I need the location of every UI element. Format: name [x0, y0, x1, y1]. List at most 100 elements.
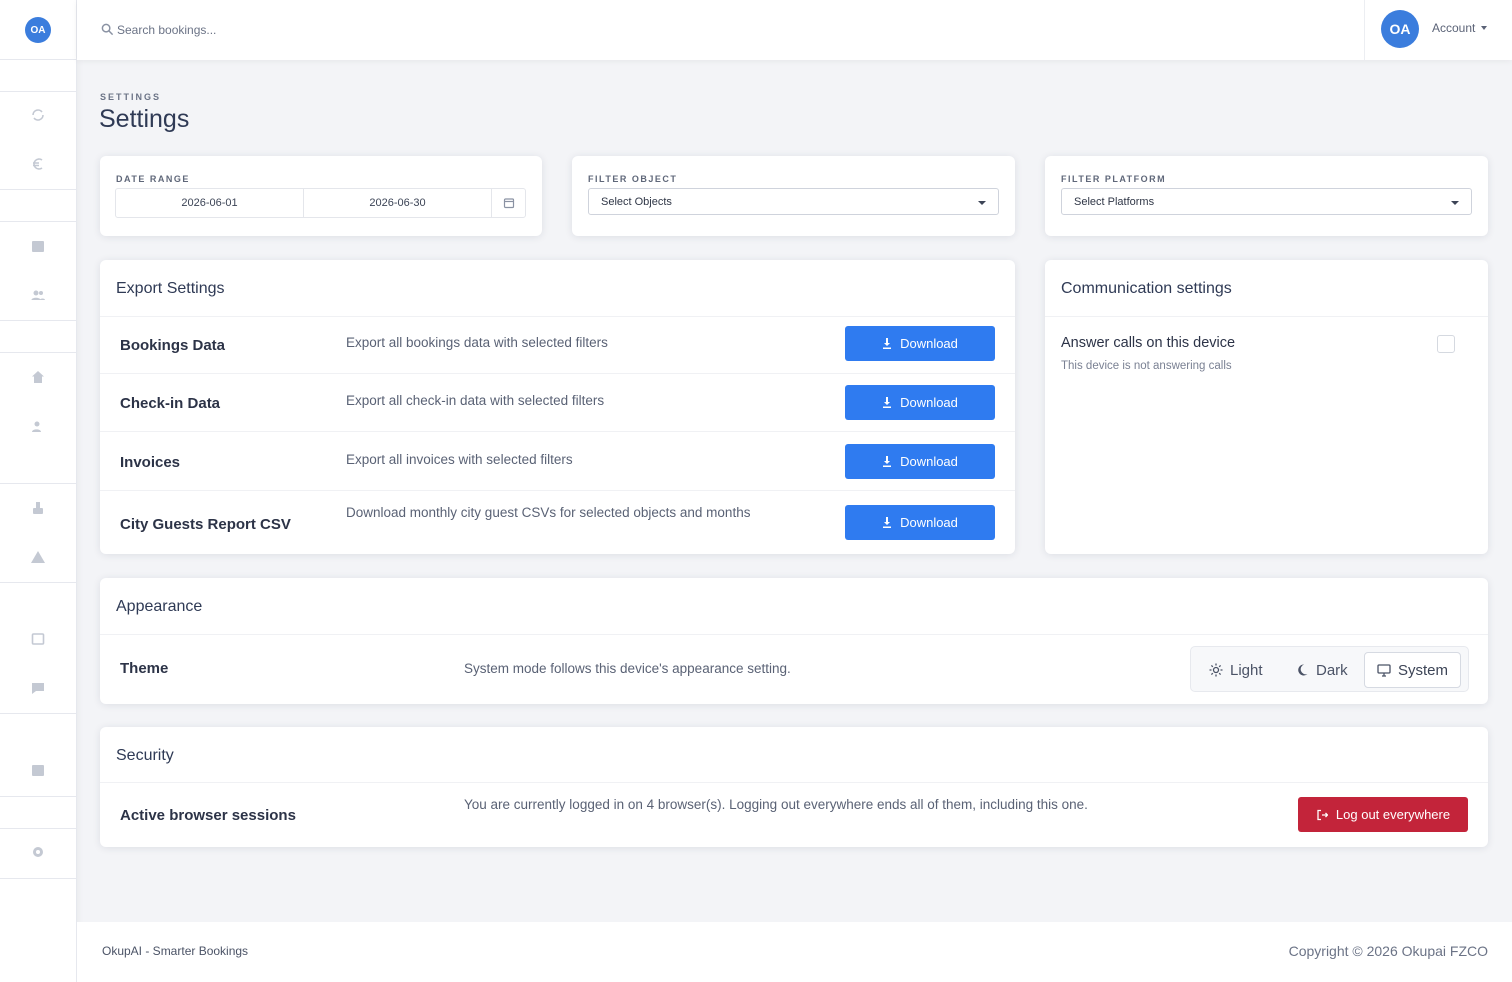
logout-icon	[1317, 809, 1328, 820]
date-range-picker[interactable]: 2026-06-01 2026-06-30	[115, 188, 526, 218]
calendar-icon[interactable]	[492, 189, 525, 217]
sessions-description: You are currently logged in on 4 browser…	[464, 797, 1088, 812]
download-icon	[883, 397, 892, 408]
sidebar-divider	[0, 483, 77, 484]
download-label: Download	[900, 336, 958, 351]
gear-icon[interactable]	[29, 843, 47, 861]
warning-icon[interactable]	[29, 548, 47, 566]
download-bookings-button[interactable]: Download	[845, 326, 995, 361]
users-icon[interactable]	[29, 286, 47, 304]
sidebar-divider	[0, 91, 77, 92]
row-divider	[100, 373, 1015, 374]
home-icon[interactable]	[29, 368, 47, 386]
theme-toggle-group: Light Dark System	[1190, 646, 1469, 692]
row-divider	[100, 490, 1015, 491]
filter-platform-select[interactable]: Select Platforms	[1061, 188, 1472, 215]
message-icon[interactable]	[29, 679, 47, 697]
appearance-title: Appearance	[116, 598, 203, 615]
refresh-icon[interactable]	[29, 106, 47, 124]
topbar-divider	[1364, 0, 1365, 60]
filter-platform-value: Select Platforms	[1074, 195, 1155, 208]
download-icon	[883, 517, 892, 528]
export-row-label: Invoices	[120, 454, 181, 471]
avatar[interactable]: OA	[1381, 10, 1419, 48]
moon-icon	[1298, 664, 1308, 676]
inbox-icon[interactable]	[29, 630, 47, 648]
sidebar-divider	[0, 828, 77, 829]
sidebar-divider	[0, 221, 77, 222]
footer-copyright: Copyright © 2026 Okupai FZCO	[1288, 943, 1488, 959]
sidebar-divider	[0, 320, 77, 321]
store-icon[interactable]	[29, 761, 47, 779]
download-city-guests-button[interactable]: Download	[845, 505, 995, 540]
account-label: Account	[1432, 21, 1476, 35]
filter-platform-label: FILTER PLATFORM	[1061, 174, 1167, 184]
search-icon	[101, 23, 114, 36]
filter-object-select[interactable]: Select Objects	[588, 188, 999, 215]
theme-option-label: System	[1398, 661, 1449, 679]
theme-option-light[interactable]: Light	[1197, 652, 1275, 688]
answer-calls-status: This device is not answering calls	[1061, 360, 1232, 372]
sidebar-divider	[0, 713, 77, 714]
sidebar-divider	[0, 878, 77, 879]
download-label: Download	[900, 515, 958, 530]
filter-object-card: FILTER OBJECT Select Objects	[572, 156, 1015, 236]
download-checkin-button[interactable]: Download	[845, 385, 995, 420]
filter-platform-card: FILTER PLATFORM Select Platforms	[1045, 156, 1488, 236]
answer-calls-label: Answer calls on this device	[1061, 335, 1236, 351]
sidebar-divider	[0, 352, 77, 353]
download-icon	[883, 338, 892, 349]
sidebar-divider	[0, 796, 77, 797]
filter-object-value: Select Objects	[601, 195, 672, 208]
theme-description: System mode follows this device's appear…	[464, 661, 791, 676]
row-divider	[100, 782, 1488, 783]
theme-option-system[interactable]: System	[1364, 652, 1462, 688]
export-settings-card: Export Settings Bookings Data Export all…	[100, 260, 1015, 554]
row-divider	[100, 634, 1488, 635]
export-row-label: City Guests Report CSV	[120, 516, 291, 533]
theme-option-dark[interactable]: Dark	[1283, 652, 1360, 688]
footer: OkupAI - Smarter Bookings Copyright © 20…	[77, 922, 1512, 982]
row-divider	[100, 316, 1015, 317]
search-input[interactable]	[117, 20, 517, 40]
export-row-label: Bookings Data	[120, 337, 226, 354]
chevron-down-icon	[1451, 201, 1459, 205]
download-icon	[883, 456, 892, 467]
theme-label: Theme	[120, 660, 169, 677]
cleaning-icon[interactable]	[29, 499, 47, 517]
theme-option-label: Light	[1230, 661, 1263, 679]
download-label: Download	[900, 454, 958, 469]
footer-brand: OkupAI - Smarter Bookings	[102, 944, 249, 958]
filter-object-label: FILTER OBJECT	[588, 174, 678, 184]
account-menu[interactable]: Account	[1432, 21, 1488, 35]
export-row-description: Export all bookings data with selected f…	[346, 335, 608, 350]
export-row-description: Download monthly city guest CSVs for sel…	[346, 505, 751, 520]
answer-calls-checkbox[interactable]	[1437, 335, 1455, 353]
export-row-description: Export all check-in data with selected f…	[346, 393, 605, 408]
page-pretitle: SETTINGS	[100, 92, 162, 102]
communication-settings-title: Communication settings	[1061, 280, 1232, 297]
logout-label: Log out everywhere	[1335, 807, 1451, 822]
page-title: Settings	[99, 105, 190, 133]
calendar-icon[interactable]	[29, 237, 47, 255]
user-key-icon[interactable]	[29, 418, 47, 436]
chevron-down-icon	[978, 201, 986, 205]
logout-everywhere-button[interactable]: Log out everywhere	[1298, 797, 1468, 832]
sessions-label: Active browser sessions	[120, 807, 296, 824]
monitor-icon	[1377, 664, 1391, 677]
communication-settings-card: Communication settings Answer calls on t…	[1045, 260, 1488, 554]
row-divider	[1045, 316, 1488, 317]
security-title: Security	[116, 747, 174, 764]
app-logo[interactable]: OA	[25, 17, 51, 43]
export-settings-title: Export Settings	[116, 280, 225, 297]
row-divider	[100, 431, 1015, 432]
export-row-description: Export all invoices with selected filter…	[346, 452, 573, 467]
date-start-input[interactable]: 2026-06-01	[116, 189, 304, 217]
date-range-card: DATE RANGE 2026-06-01 2026-06-30	[100, 156, 542, 236]
sidebar-divider	[0, 189, 77, 190]
date-range-label: DATE RANGE	[116, 174, 190, 184]
euro-icon[interactable]	[29, 155, 47, 173]
download-invoices-button[interactable]: Download	[845, 444, 995, 479]
date-end-input[interactable]: 2026-06-30	[304, 189, 492, 217]
sun-icon	[1209, 663, 1223, 677]
